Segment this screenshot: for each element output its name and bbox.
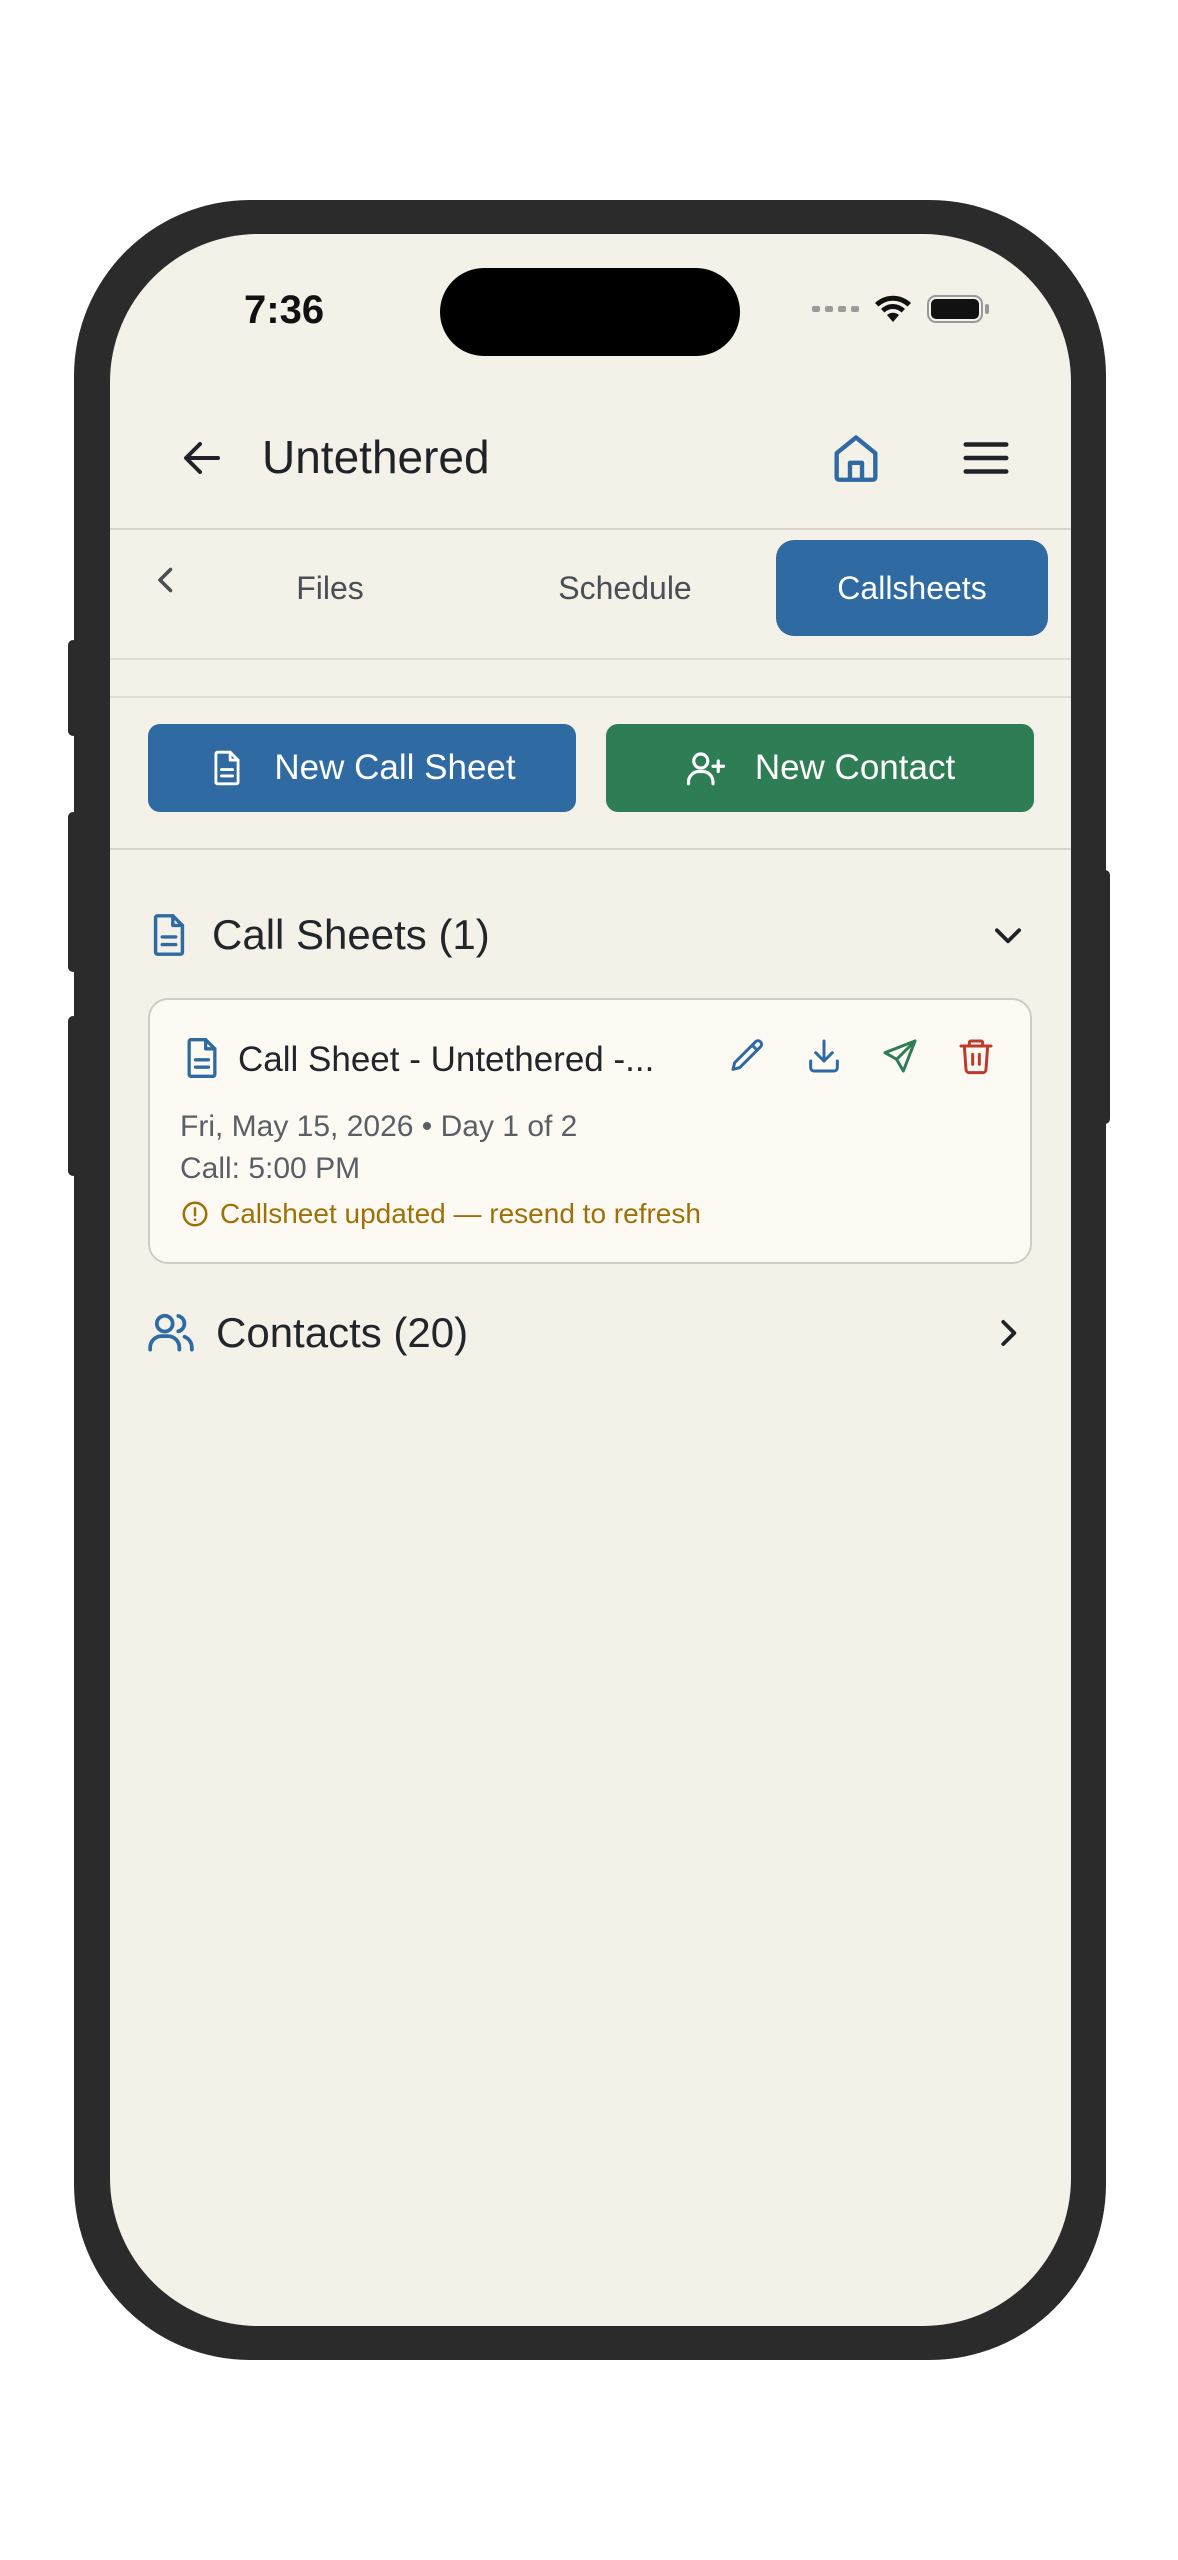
tabs-divider-lower [110,696,1071,698]
contacts-section-title: Contacts (20) [216,1309,469,1356]
document-icon [187,1038,217,1078]
call-sheet-warning-text: Callsheet updated — resend to refresh [220,1198,701,1229]
tab-callsheets-label: Callsheets [837,569,987,606]
call-sheets-section-header[interactable]: Call Sheets (1) [146,900,1036,970]
new-call-sheet-button[interactable]: New Call Sheet [148,724,576,812]
new-contact-label: New Contact [754,748,956,787]
signal-icon [812,306,859,312]
actions-divider [110,848,1071,850]
app-screen: 7:36 Untethered Files Schedule Callsheet… [110,234,1071,2326]
download-call-sheet-button[interactable] [798,1030,850,1082]
action-row: New Call Sheet New Contact [110,724,1071,812]
new-contact-button[interactable]: New Contact [606,724,1034,812]
call-sheet-actions [722,1030,1002,1082]
call-sheet-warning: Callsheet updated — resend to refresh [180,1198,701,1230]
document-icon [153,914,185,956]
tabs-divider [110,658,1071,660]
menu-button[interactable] [950,422,1022,494]
action-button [68,640,78,736]
contacts-section-header[interactable]: Contacts (20) [146,1298,1036,1368]
users-icon [148,1313,194,1352]
battery-icon [927,295,989,323]
tab-schedule-label: Schedule [558,569,692,606]
arrow-left-icon [184,442,220,474]
edit-call-sheet-button[interactable] [722,1030,774,1082]
power-button [1100,870,1110,1124]
wifi-icon [875,295,911,322]
user-plus-icon [686,752,725,786]
download-icon [809,1039,839,1073]
status-time: 7:36 [244,288,325,332]
document-icon [214,750,240,786]
tab-files[interactable]: Files [220,540,440,636]
app-bar: Untethered [110,384,1071,528]
home-icon [834,435,878,482]
trash-icon [959,1039,993,1075]
new-call-sheet-label: New Call Sheet [274,748,516,787]
call-sheet-card[interactable]: Call Sheet - Untethered -... Fri, May 15… [148,998,1032,1264]
send-icon [883,1039,917,1073]
send-call-sheet-button[interactable] [874,1030,926,1082]
call-sheets-collapse-toggle[interactable] [980,907,1036,963]
tab-schedule[interactable]: Schedule [505,540,745,636]
tab-bar: Files Schedule Callsheets [110,530,1071,636]
chevron-left-icon [158,567,173,593]
hamburger-menu-icon [963,442,1009,474]
tabs-prev-button[interactable] [138,552,194,608]
status-icons [812,294,991,324]
alert-circle-icon [182,1201,208,1227]
tab-callsheets[interactable]: Callsheets [776,540,1048,636]
chevron-right-icon [1001,1320,1017,1346]
dynamic-island [440,268,740,356]
volume-down-button [68,1016,78,1176]
chevron-down-icon [995,928,1021,944]
delete-call-sheet-button[interactable] [950,1030,1002,1082]
back-button[interactable] [166,422,238,494]
contacts-expand-toggle[interactable] [980,1305,1036,1361]
pencil-icon [731,1039,764,1071]
call-sheet-title: Call Sheet - Untethered -... [238,1040,655,1079]
volume-up-button [68,812,78,972]
tab-files-label: Files [296,569,364,606]
call-sheet-date: Fri, May 15, 2026 • Day 1 of 2 [180,1110,578,1143]
call-sheet-call-time: Call: 5:00 PM [180,1152,361,1185]
home-button[interactable] [820,422,892,494]
page-title: Untethered [262,431,490,483]
call-sheets-section-title: Call Sheets (1) [212,911,490,958]
